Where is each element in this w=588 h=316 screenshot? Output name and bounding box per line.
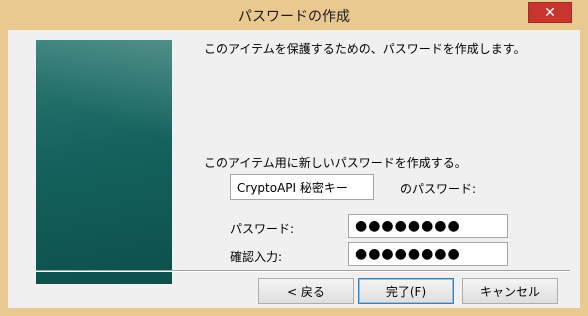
password-mask: ●●●●●●●● xyxy=(355,218,461,234)
back-button[interactable]: < 戻る xyxy=(258,278,354,304)
item-name-value: CryptoAPI 秘密キー xyxy=(237,180,348,195)
password-dialog: パスワードの作成 ✕ このアイテムを保護するための、パスワードを作成します。 こ… xyxy=(0,0,588,316)
banner-sheen xyxy=(36,40,172,284)
dialog-body: このアイテムを保護するための、パスワードを作成します。 このアイテム用に新しいパ… xyxy=(8,30,580,308)
side-banner-image xyxy=(36,40,172,284)
item-name-field[interactable]: CryptoAPI 秘密キー xyxy=(230,174,374,200)
confirm-password-field[interactable]: ●●●●●●●● xyxy=(348,242,508,266)
button-separator xyxy=(36,270,570,272)
intro-text: このアイテムを保護するための、パスワードを作成します。 xyxy=(204,42,526,56)
window-title: パスワードの作成 xyxy=(238,9,350,25)
password-label: パスワード: xyxy=(230,222,295,236)
finish-button[interactable]: 完了(F) xyxy=(358,278,454,304)
cancel-button[interactable]: キャンセル xyxy=(462,278,558,304)
close-button[interactable]: ✕ xyxy=(528,2,572,23)
close-icon: ✕ xyxy=(544,4,556,21)
title-bar[interactable]: パスワードの作成 ✕ xyxy=(0,0,588,30)
password-field[interactable]: ●●●●●●●● xyxy=(348,214,508,238)
prompt-text: このアイテム用に新しいパスワードを作成する。 xyxy=(204,156,467,170)
confirm-mask: ●●●●●●●● xyxy=(355,246,461,262)
item-name-suffix: のパスワード: xyxy=(400,182,477,196)
confirm-label: 確認入力: xyxy=(230,250,283,264)
